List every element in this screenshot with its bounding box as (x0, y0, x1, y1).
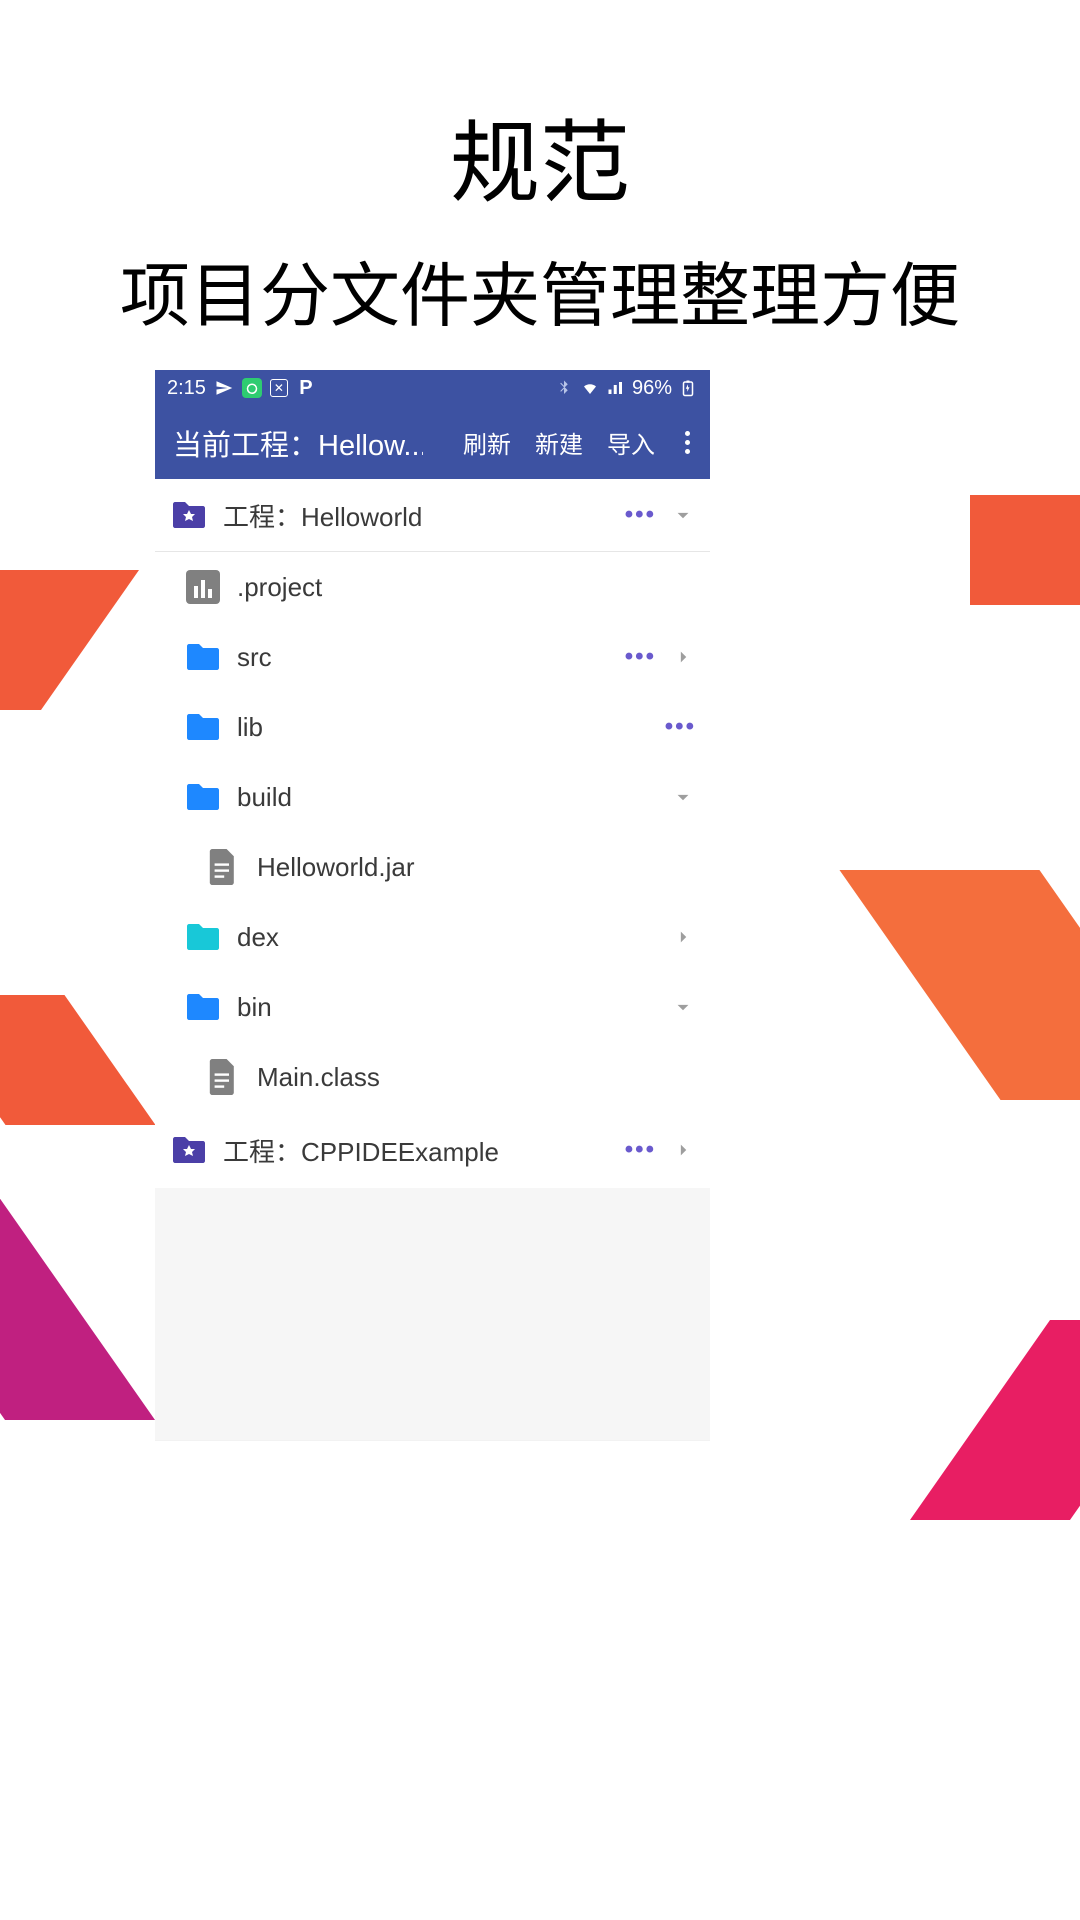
chevron-down-icon[interactable] (670, 784, 696, 810)
decoration-shape (0, 995, 156, 1125)
chart-file-icon (186, 570, 220, 604)
folder-icon (185, 712, 221, 742)
decoration-shape (910, 1320, 1080, 1520)
status-time: 2:15 (167, 377, 206, 400)
chevron-right-icon[interactable] (670, 644, 696, 670)
new-button[interactable]: 新建 (535, 425, 583, 460)
row-label: 工程：CPPIDEExample (223, 1132, 625, 1169)
alarm-icon (242, 378, 262, 398)
appbar-title: 当前工程：Hellow... (173, 422, 423, 464)
battery-icon (678, 378, 698, 398)
file-tree: 工程：Helloworld ••• .project src ••• (155, 479, 710, 1188)
row-label: src (237, 642, 625, 673)
row-label: Main.class (257, 1062, 696, 1093)
row-label: .project (237, 572, 696, 603)
file-item-mainclass[interactable]: Main.class (155, 1042, 710, 1112)
more-options-icon[interactable]: ••• (625, 643, 656, 671)
folder-item-dex[interactable]: dex (155, 902, 710, 972)
phone-mock: 2:15 ✕ P 96% 当前工程：Hellow... 刷新 新建 导入 (155, 370, 710, 1440)
wifi-icon (580, 378, 600, 398)
folder-icon (185, 642, 221, 672)
overflow-menu-button[interactable] (679, 427, 696, 458)
box-x-icon: ✕ (270, 379, 288, 397)
import-button[interactable]: 导入 (607, 425, 655, 460)
folder-item-bin[interactable]: bin (155, 972, 710, 1042)
more-options-icon[interactable]: ••• (625, 1136, 656, 1164)
project-folder-icon (171, 500, 207, 530)
battery-text: 96% (632, 377, 672, 400)
project-root-item[interactable]: 工程：Helloworld ••• (155, 479, 710, 552)
folder-icon (185, 992, 221, 1022)
folder-icon (185, 922, 221, 952)
bluetooth-icon (554, 378, 574, 398)
row-label: 工程：Helloworld (223, 497, 625, 534)
project-file-item[interactable]: .project (155, 552, 710, 622)
row-label: lib (237, 712, 665, 743)
chevron-right-icon[interactable] (670, 924, 696, 950)
decoration-shape (970, 495, 1080, 605)
signal-icon (606, 378, 626, 398)
folder-icon (185, 782, 221, 812)
chevron-down-icon[interactable] (670, 994, 696, 1020)
file-item-jar[interactable]: Helloworld.jar (155, 832, 710, 902)
app-bar: 当前工程：Hellow... 刷新 新建 导入 (155, 406, 710, 479)
marketing-heading: 规范 项目分文件夹管理整理方便 (0, 0, 1080, 341)
project-folder-icon (171, 1135, 207, 1165)
p-icon: P (296, 378, 316, 398)
folder-item-src[interactable]: src ••• (155, 622, 710, 692)
file-icon (208, 849, 238, 885)
heading-subtitle: 项目分文件夹管理整理方便 (0, 240, 1080, 341)
send-icon (214, 378, 234, 398)
row-label: dex (237, 922, 670, 953)
more-options-icon[interactable]: ••• (625, 501, 656, 529)
status-bar: 2:15 ✕ P 96% (155, 370, 710, 406)
project-root-item[interactable]: 工程：CPPIDEExample ••• (155, 1112, 710, 1188)
folder-item-build[interactable]: build (155, 762, 710, 832)
more-options-icon[interactable]: ••• (665, 713, 696, 741)
chevron-right-icon[interactable] (670, 1137, 696, 1163)
row-label: bin (237, 992, 670, 1023)
decoration-shape (839, 870, 1080, 1100)
decoration-shape (0, 570, 139, 710)
file-icon (208, 1059, 238, 1095)
row-label: build (237, 782, 670, 813)
refresh-button[interactable]: 刷新 (463, 425, 511, 460)
row-label: Helloworld.jar (257, 852, 696, 883)
heading-title: 规范 (0, 90, 1080, 220)
decoration-shape (0, 1120, 155, 1420)
chevron-down-icon[interactable] (670, 502, 696, 528)
folder-item-lib[interactable]: lib ••• (155, 692, 710, 762)
